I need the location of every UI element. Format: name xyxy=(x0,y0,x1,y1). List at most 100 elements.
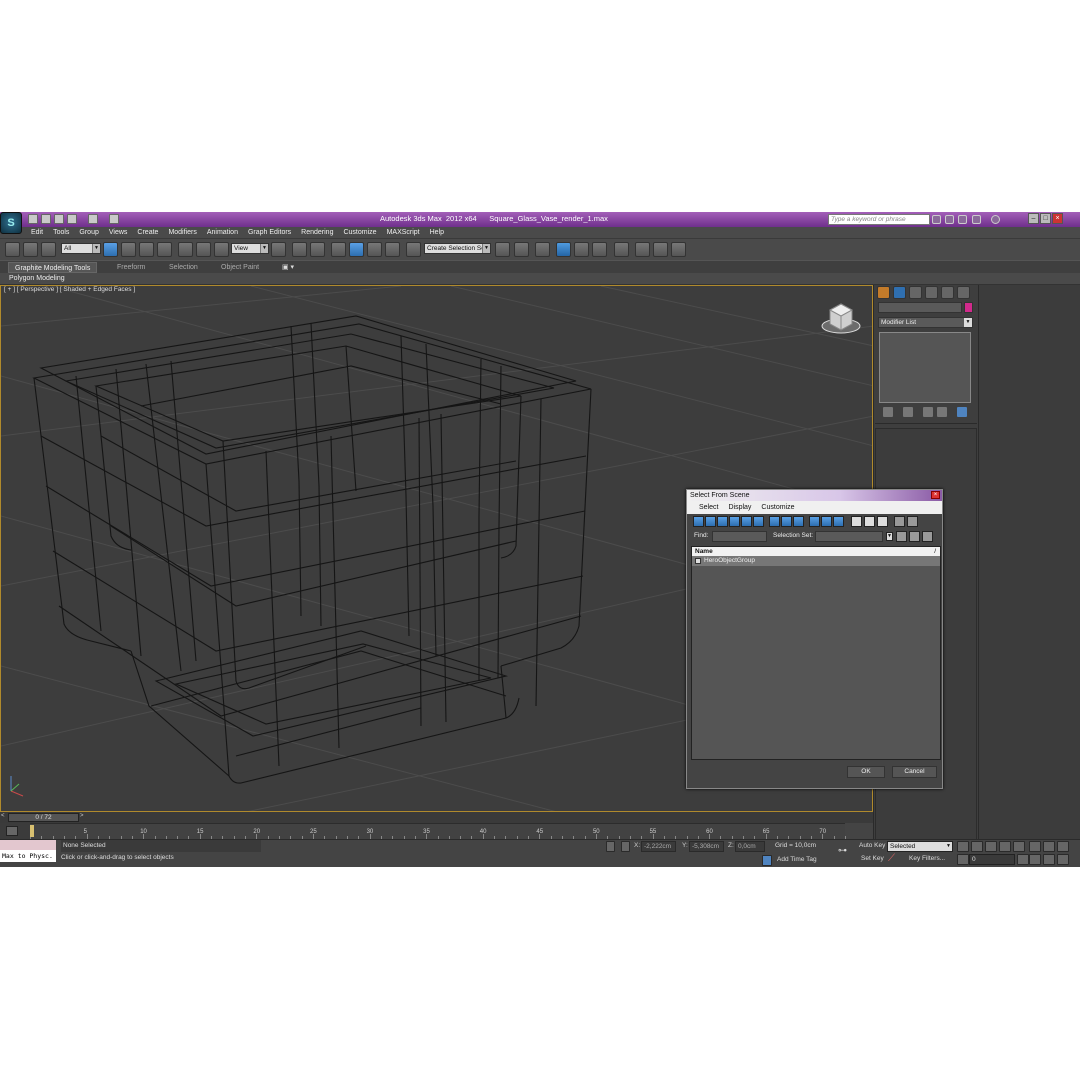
rotate-icon[interactable] xyxy=(196,242,211,257)
configure-modifier-sets-icon[interactable] xyxy=(957,407,967,417)
snaps-toggle-icon[interactable] xyxy=(331,242,346,257)
list-item[interactable]: HeroObjectGroup xyxy=(692,556,940,566)
viewport-label[interactable]: [ + ] [ Perspective ] [ Shaded + Edged F… xyxy=(4,286,135,293)
key-filters-button[interactable]: Key Filters... xyxy=(909,855,945,862)
dialog-title-bar[interactable]: Select From Scene × xyxy=(687,490,942,501)
unlink-icon[interactable] xyxy=(23,242,38,257)
menu-views[interactable]: Views xyxy=(109,227,128,238)
dialog-menu-display[interactable]: Display xyxy=(728,504,751,511)
redo-icon[interactable] xyxy=(88,214,98,224)
tab-selection[interactable]: Selection xyxy=(163,262,204,273)
percent-snap-icon[interactable] xyxy=(367,242,382,257)
select-object-icon[interactable] xyxy=(103,242,118,257)
auto-key-button[interactable]: Auto Key xyxy=(859,842,885,849)
key-mode-toggle-icon[interactable] xyxy=(957,854,969,865)
y-coordinate-field[interactable]: -5,308cm xyxy=(689,841,724,852)
filter-icon[interactable] xyxy=(894,516,905,527)
time-configuration-icon[interactable] xyxy=(1017,854,1029,865)
slider-left-arrow-icon[interactable]: < xyxy=(1,813,5,819)
utilities-tab-icon[interactable] xyxy=(957,286,970,299)
open-file-icon[interactable] xyxy=(41,214,51,224)
menu-create[interactable]: Create xyxy=(137,227,158,238)
set-key-button[interactable]: Set Key xyxy=(861,855,884,862)
display-hidden-icon[interactable] xyxy=(833,516,844,527)
display-helpers-icon[interactable] xyxy=(741,516,752,527)
ok-button[interactable]: OK xyxy=(847,766,885,778)
dialog-close-button[interactable]: × xyxy=(931,491,940,499)
mini-curve-editor-icon[interactable] xyxy=(6,826,18,836)
zoom-all-icon[interactable] xyxy=(1043,841,1055,852)
key-icon[interactable] xyxy=(958,215,967,224)
display-cameras-icon[interactable] xyxy=(729,516,740,527)
slider-right-arrow-icon[interactable]: > xyxy=(80,813,84,819)
menu-tools[interactable]: Tools xyxy=(53,227,69,238)
pan-view-icon[interactable] xyxy=(1043,854,1055,865)
render-production-icon[interactable] xyxy=(671,242,686,257)
modify-tab-icon[interactable] xyxy=(893,286,906,299)
selection-filter-dropdown[interactable]: All ▼ xyxy=(61,243,101,254)
align-icon[interactable] xyxy=(514,242,529,257)
display-bones-icon[interactable] xyxy=(793,516,804,527)
x-coordinate-field[interactable]: -2,222cm xyxy=(641,841,676,852)
motion-tab-icon[interactable] xyxy=(925,286,938,299)
display-space-warps-icon[interactable] xyxy=(753,516,764,527)
rendered-frame-window-icon[interactable] xyxy=(653,242,668,257)
orbit-icon[interactable] xyxy=(1057,854,1069,865)
maxscript-listener-top[interactable] xyxy=(0,840,56,850)
move-icon[interactable] xyxy=(178,242,193,257)
display-geometry-icon[interactable] xyxy=(693,516,704,527)
cancel-button[interactable]: Cancel xyxy=(892,766,937,778)
undo-icon[interactable] xyxy=(67,214,77,224)
track-bar-timeline[interactable]: 5 10 15 20 25 30 35 40 45 50 55 60 65 70 xyxy=(30,823,846,839)
field-of-view-icon[interactable] xyxy=(1029,854,1041,865)
menu-modifiers[interactable]: Modifiers xyxy=(168,227,196,238)
tab-graphite-modeling-tools[interactable]: Graphite Modeling Tools xyxy=(8,262,98,273)
add-time-tag-button[interactable]: Add Time Tag xyxy=(777,856,817,863)
display-tab-icon[interactable] xyxy=(941,286,954,299)
menu-animation[interactable]: Animation xyxy=(207,227,238,238)
window-crossing-icon[interactable] xyxy=(157,242,172,257)
hierarchy-tab-icon[interactable] xyxy=(909,286,922,299)
named-selection-set-dropdown[interactable]: Create Selection Se ▼ xyxy=(424,243,491,254)
tab-object-paint[interactable]: Object Paint xyxy=(215,262,265,273)
go-to-end-icon[interactable] xyxy=(1013,841,1025,852)
polygon-modeling-panel-label[interactable]: Polygon Modeling xyxy=(9,273,65,285)
display-lights-icon[interactable] xyxy=(717,516,728,527)
tab-freeform[interactable]: Freeform xyxy=(111,262,151,273)
new-file-icon[interactable] xyxy=(28,214,38,224)
default-in-out-tangent-icon[interactable]: ⟋ xyxy=(888,854,902,865)
menu-edit[interactable]: Edit xyxy=(31,227,43,238)
select-children-icon[interactable] xyxy=(896,531,907,542)
display-frozen-icon[interactable] xyxy=(821,516,832,527)
scale-icon[interactable] xyxy=(214,242,229,257)
select-manipulate-icon[interactable] xyxy=(292,242,307,257)
zoom-extents-icon[interactable] xyxy=(1057,841,1069,852)
menu-customize[interactable]: Customize xyxy=(343,227,376,238)
dialog-menu-select[interactable]: Select xyxy=(699,504,718,511)
display-groups-icon[interactable] xyxy=(769,516,780,527)
mirror-icon[interactable] xyxy=(495,242,510,257)
close-button[interactable]: × xyxy=(1052,213,1063,224)
key-mode-selection-dropdown[interactable]: Selected ▼ xyxy=(887,841,953,852)
go-to-start-icon[interactable] xyxy=(957,841,969,852)
render-setup-icon[interactable] xyxy=(635,242,650,257)
pivot-center-icon[interactable] xyxy=(271,242,286,257)
schematic-view-icon[interactable] xyxy=(592,242,607,257)
material-editor-icon[interactable] xyxy=(614,242,629,257)
select-influences-icon[interactable] xyxy=(922,531,933,542)
communication-center-icon[interactable] xyxy=(945,215,954,224)
find-input[interactable] xyxy=(712,531,767,542)
curve-editor-icon[interactable] xyxy=(574,242,589,257)
display-xrefs-icon[interactable] xyxy=(781,516,792,527)
menu-maxscript[interactable]: MAXScript xyxy=(387,227,420,238)
select-none-icon[interactable] xyxy=(864,516,875,527)
keyboard-shortcut-override-icon[interactable] xyxy=(310,242,325,257)
project-folder-icon[interactable] xyxy=(109,214,119,224)
display-shapes-icon[interactable] xyxy=(705,516,716,527)
graphite-modeling-toggle-icon[interactable] xyxy=(556,242,571,257)
favorites-star-icon[interactable] xyxy=(972,215,981,224)
object-name-field[interactable] xyxy=(878,302,962,313)
layer-manager-icon[interactable] xyxy=(535,242,550,257)
current-frame-field[interactable]: 0 xyxy=(969,854,1015,865)
make-unique-icon[interactable] xyxy=(923,407,933,417)
